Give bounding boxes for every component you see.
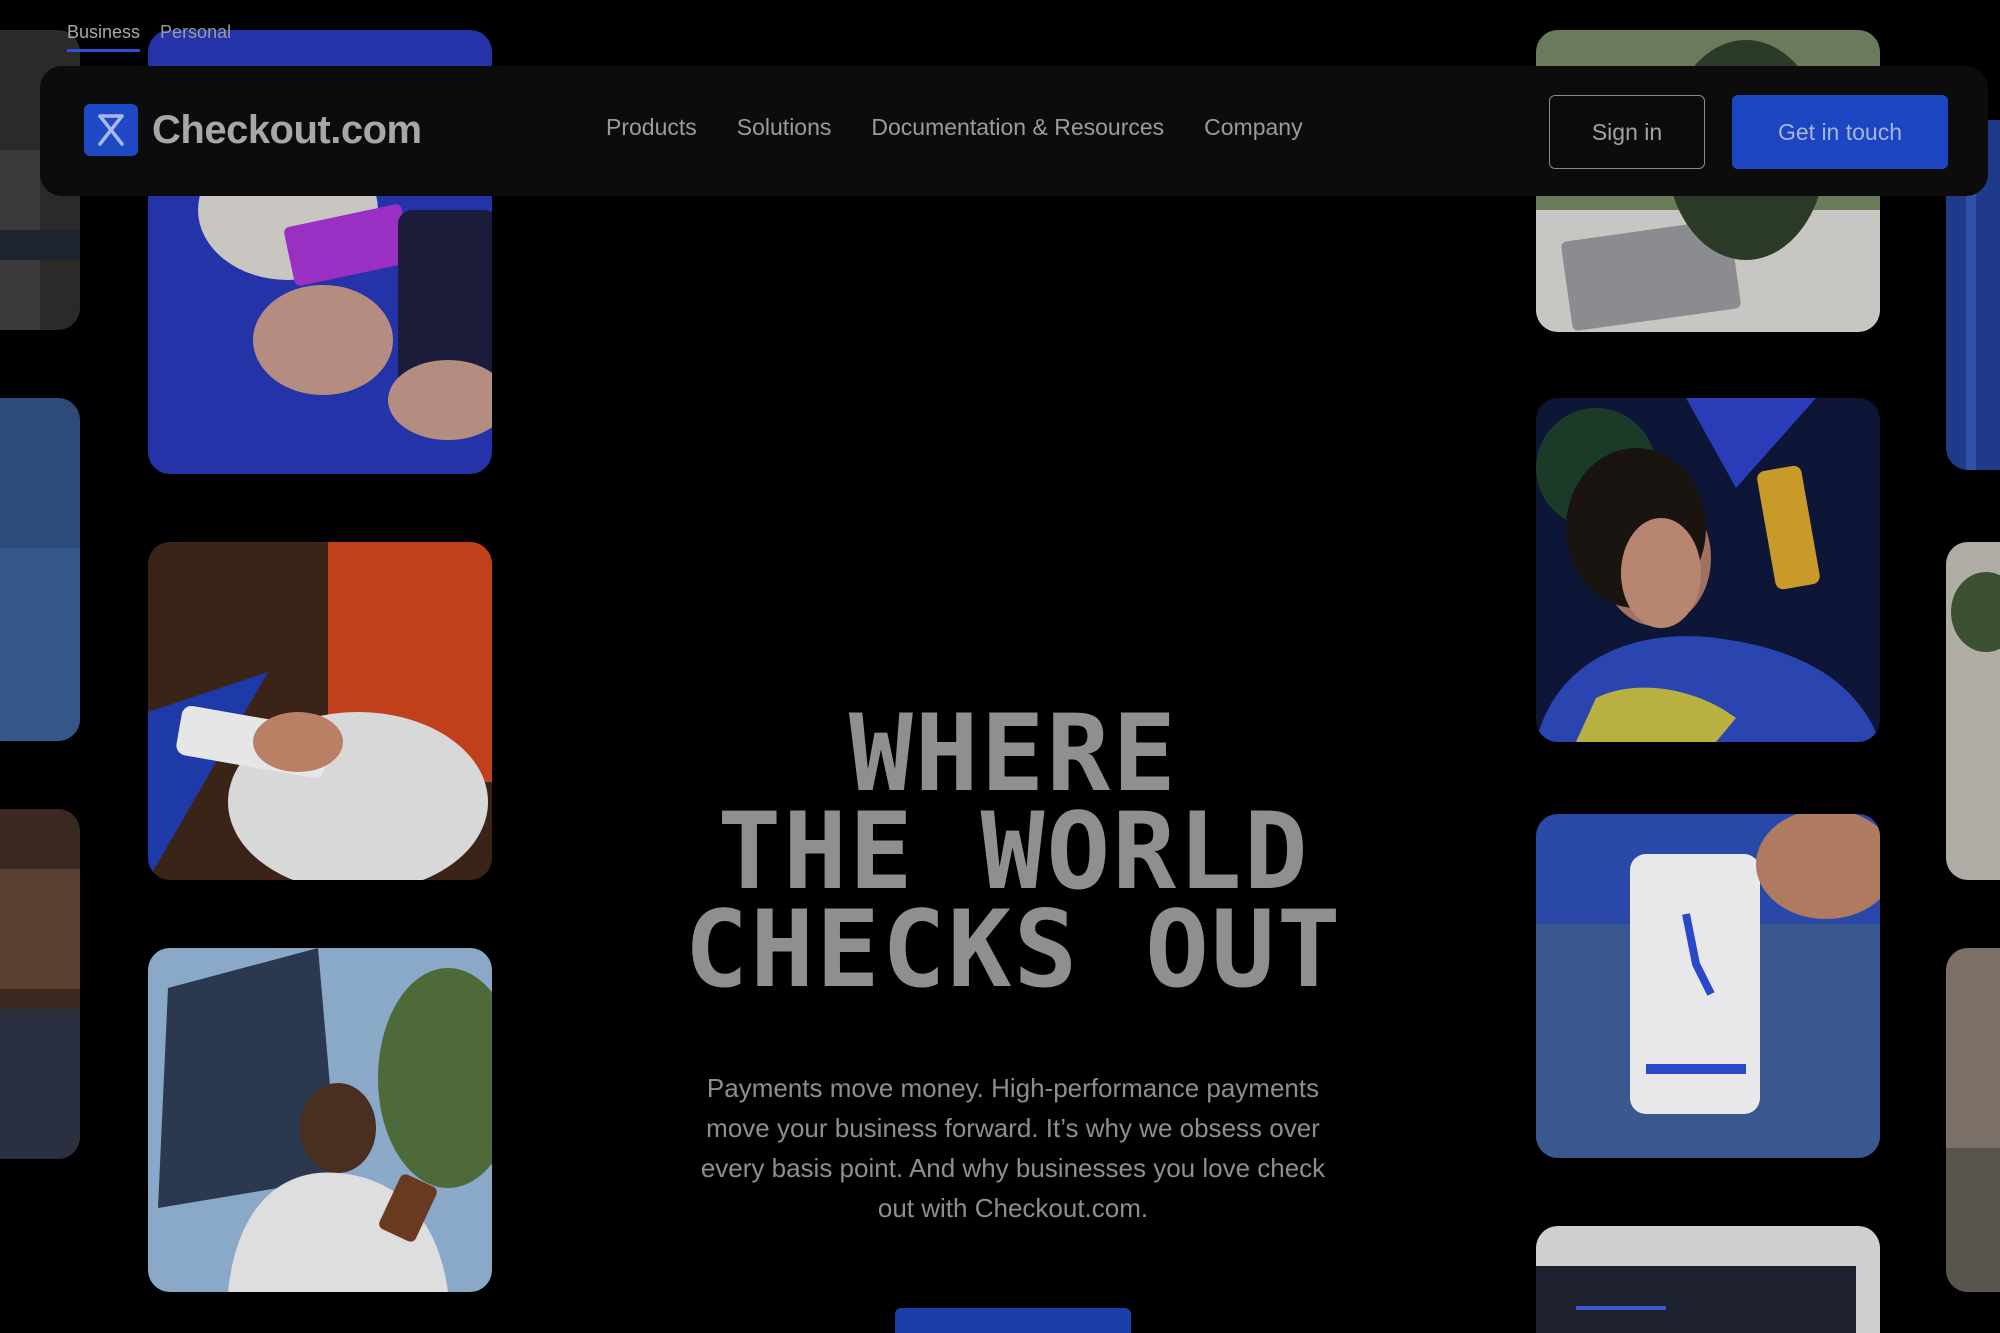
nav-documentation-resources[interactable]: Documentation & Resources [871,114,1164,141]
hero-title-line-2: THE WORLD [717,790,1310,913]
checkout-logo-icon [84,104,138,156]
photo-plant-image [1946,542,2000,880]
photo-card [1536,1226,1880,1333]
photo-card [1536,814,1880,1158]
main-nav: Products Solutions Documentation & Resou… [606,114,1303,141]
photo-blue-sky-image [0,398,80,741]
hero-title-line-1: WHERE [848,692,1179,815]
segment-personal[interactable]: Personal [160,22,231,52]
brand-name: Checkout.com [152,107,422,152]
nav-products[interactable]: Products [606,114,697,141]
get-in-touch-button[interactable]: Get in touch [1732,95,1948,169]
hero-title-line-3: CHECKS OUT [684,888,1343,1011]
photo-desk-image [0,809,80,1159]
photo-card [0,809,80,1159]
photo-card [148,948,492,1292]
photo-card [1946,948,2000,1292]
hero-subtitle: Payments move money. High-performance pa… [700,1073,1326,1223]
photo-dashboard-laptop-image [1536,1226,1880,1333]
hero-cta-button[interactable] [895,1308,1131,1333]
nav-company[interactable]: Company [1204,114,1302,141]
hero-title: WHERE THE WORLD CHECKS OUT [500,692,1527,1011]
brand-logo[interactable]: Checkout.com [84,104,422,156]
photo-phone-app-image [1536,814,1880,1158]
photo-card [148,542,492,880]
segment-switch: Business Personal [67,22,231,52]
photo-phone-shopping-image [148,542,492,880]
top-navbar: Checkout.com Products Solutions Document… [40,66,1988,196]
photo-card [1946,542,2000,880]
photo-card [0,398,80,741]
photo-card [1536,398,1880,742]
photo-man-phone-building-image [148,948,492,1292]
photo-room-image [1946,948,2000,1292]
nav-solutions[interactable]: Solutions [737,114,832,141]
segment-business[interactable]: Business [67,22,141,52]
sign-in-button[interactable]: Sign in [1549,95,1705,169]
photo-woman-phone-image [1536,398,1880,742]
